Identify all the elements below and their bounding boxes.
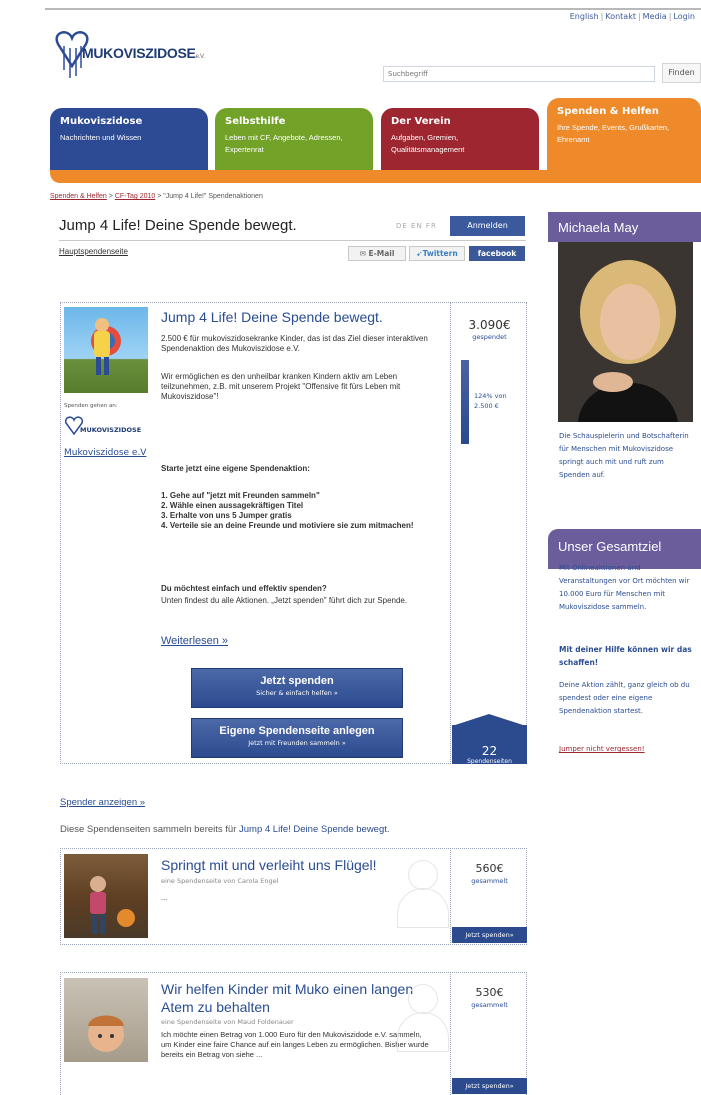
stat-divider — [450, 302, 451, 764]
page-title: Jump 4 Life! Deine Spende bewegt. — [59, 217, 297, 234]
read-more-link[interactable]: Weiterlesen » — [161, 635, 228, 647]
top-divider — [45, 8, 701, 10]
avatar-placeholder-icon — [408, 984, 438, 1014]
progress-label: 124% von 2.500 € — [474, 392, 507, 410]
progress-bar — [461, 360, 469, 444]
share-facebook-button[interactable]: facebook — [469, 246, 525, 261]
nav-tab-title: Spenden & Helfen — [557, 106, 659, 117]
breadcrumb-link[interactable]: CF-Tag 2010 — [115, 193, 155, 200]
step-item: 2. Wähle einen aussagekräftigen Titel — [161, 501, 304, 510]
nav-tab-title: Der Verein — [391, 116, 451, 127]
card-title[interactable]: Springt mit und verleiht uns Flügel! — [161, 856, 421, 874]
org-logo-text: MUKOVISZIDOSE — [80, 426, 142, 434]
nav-tab-title: Mukoviszidose — [60, 116, 143, 127]
donated-amount: 3.090€ — [468, 318, 511, 332]
nav-tab-subtitle: Nachrichten und Wissen — [60, 133, 142, 142]
breadcrumb: Spenden & Helfen > CF-Tag 2010 > "Jump 4… — [50, 193, 263, 200]
card-amount: 560€ — [475, 862, 504, 875]
campaign-intro: 2.500 € für mukoviszidosekranke Kinder, … — [161, 334, 428, 353]
language-links[interactable]: DE EN FR — [396, 222, 437, 230]
link-english[interactable]: English — [570, 12, 599, 21]
link-media[interactable]: Media — [643, 12, 667, 21]
start-campaign-heading: Starte jetzt eine eigene Spendenaktion: — [161, 464, 310, 473]
ambassador-name: Michaela May — [548, 212, 701, 242]
link-kontakt[interactable]: Kontakt — [605, 12, 636, 21]
effective-heading: Du möchtest einfach und effektiv spenden… — [161, 584, 327, 593]
donated-label: gespendet — [472, 333, 507, 341]
goal-title: Unser Gesamtziel — [548, 529, 701, 561]
show-donors-link[interactable]: Spender anzeigen » — [60, 797, 145, 808]
goal-text-bold: Mit deiner Hilfe können wir das schaffen… — [559, 645, 692, 667]
goal-text: Deine Aktion zählt, ganz gleich ob du sp… — [559, 681, 690, 715]
card-subtitle: eine Spendenseite von Maud Foldenauer — [161, 1018, 294, 1026]
campaign-image — [64, 307, 148, 393]
share-email-button[interactable]: ✉ E-Mail — [348, 246, 406, 261]
search-button[interactable]: Finden — [662, 63, 701, 83]
card-description: Ich möchte einen Betrag von 1.000 Euro f… — [161, 1030, 429, 1059]
jumper-link[interactable]: Jumper nicht vergessen! — [559, 745, 645, 753]
title-divider — [59, 240, 526, 241]
card-subtitle: eine Spendenseite von Carola Engel — [161, 877, 279, 885]
ambassador-text: Die Schauspielerin und Botschafterin für… — [559, 432, 689, 479]
create-donation-page-button[interactable]: Eigene Spendenseite anlegen Jetzt mit Fr… — [191, 718, 403, 758]
nav-tab-mukoviszidose[interactable]: Mukoviszidose Nachrichten und Wissen — [50, 108, 208, 171]
card-amount-label: gesammelt — [471, 877, 508, 885]
card-amount-label: gesammelt — [471, 1001, 508, 1009]
card-image — [64, 854, 148, 938]
nav-tab-verein[interactable]: Der Verein Aufgaben, Gremien, Qualitätsm… — [381, 108, 539, 171]
nav-tab-selbsthilfe[interactable]: Selbsthilfe Leben mit CF, Angebote, Adre… — [215, 108, 373, 171]
nav-tab-title: Selbsthilfe — [225, 116, 286, 127]
search-input[interactable] — [383, 66, 655, 82]
breadcrumb-current: "Jump 4 Life!" Spendenaktionen — [163, 193, 263, 200]
avatar-placeholder-icon — [408, 860, 438, 890]
nav-tab-subtitle: Leben mit CF, Angebote, Adressen, Expert… — [225, 133, 343, 154]
nav-tab-subtitle: Ihre Spende, Events, Grußkarten, Ehrenam… — [557, 123, 670, 144]
card-image — [64, 978, 148, 1062]
logo-text: MUKOVISZIDOSEe.V. — [82, 45, 205, 61]
share-twitter-button[interactable]: ➹Twittern — [409, 246, 465, 261]
card-title[interactable]: Wir helfen Kinder mit Muko einen langen … — [161, 980, 421, 1016]
donation-pages-badge[interactable]: 22 Spendenseiten — [452, 725, 527, 765]
steps-list: 1. Gehe auf "jetzt mit Freunden sammeln"… — [161, 491, 441, 531]
effective-text: Unten findest du alle Aktionen. „Jetzt s… — [161, 596, 408, 605]
card-donate-button[interactable]: Jetzt spenden» — [452, 927, 527, 943]
nav-tab-spenden-active[interactable]: Spenden & Helfen Ihre Spende, Events, Gr… — [547, 98, 701, 171]
step-item: 3. Erhalte von uns 5 Jumper gratis — [161, 511, 292, 520]
card-description: ... — [161, 893, 168, 902]
login-button[interactable]: Anmelden — [450, 216, 525, 236]
breadcrumb-link[interactable]: Spenden & Helfen — [50, 193, 107, 200]
step-item: 1. Gehe auf "jetzt mit Freunden sammeln" — [161, 491, 320, 500]
donates-to-label: Spenden gehen an: — [64, 403, 118, 409]
nav-tab-subtitle: Aufgaben, Gremien, Qualitätsmanagement — [391, 133, 465, 154]
ambassador-photo — [558, 242, 693, 422]
nav-active-bar — [50, 170, 701, 183]
card-donate-button[interactable]: Jetzt spenden» — [452, 1078, 527, 1094]
campaign-description: Wir ermöglichen es den unheilbar kranken… — [161, 372, 401, 401]
org-link[interactable]: Mukoviszidose e.V — [64, 448, 148, 459]
step-item: 4. Verteile sie an deine Freunde und mot… — [161, 521, 414, 530]
donate-now-button[interactable]: Jetzt spenden Sicher & einfach helfen » — [191, 668, 403, 708]
campaign-title[interactable]: Jump 4 Life! Deine Spende bewegt. — [161, 309, 383, 325]
card-amount: 530€ — [475, 986, 504, 999]
top-links: English | Kontakt | Media | Login — [569, 12, 695, 21]
collect-intro: Diese Spendenseiten sammeln bereits für … — [60, 824, 390, 835]
link-login[interactable]: Login — [673, 12, 695, 21]
main-donation-page-link[interactable]: Hauptspendenseite — [59, 247, 128, 256]
goal-text: Mit Onlineaktionen und Veranstaltungen v… — [559, 564, 690, 611]
